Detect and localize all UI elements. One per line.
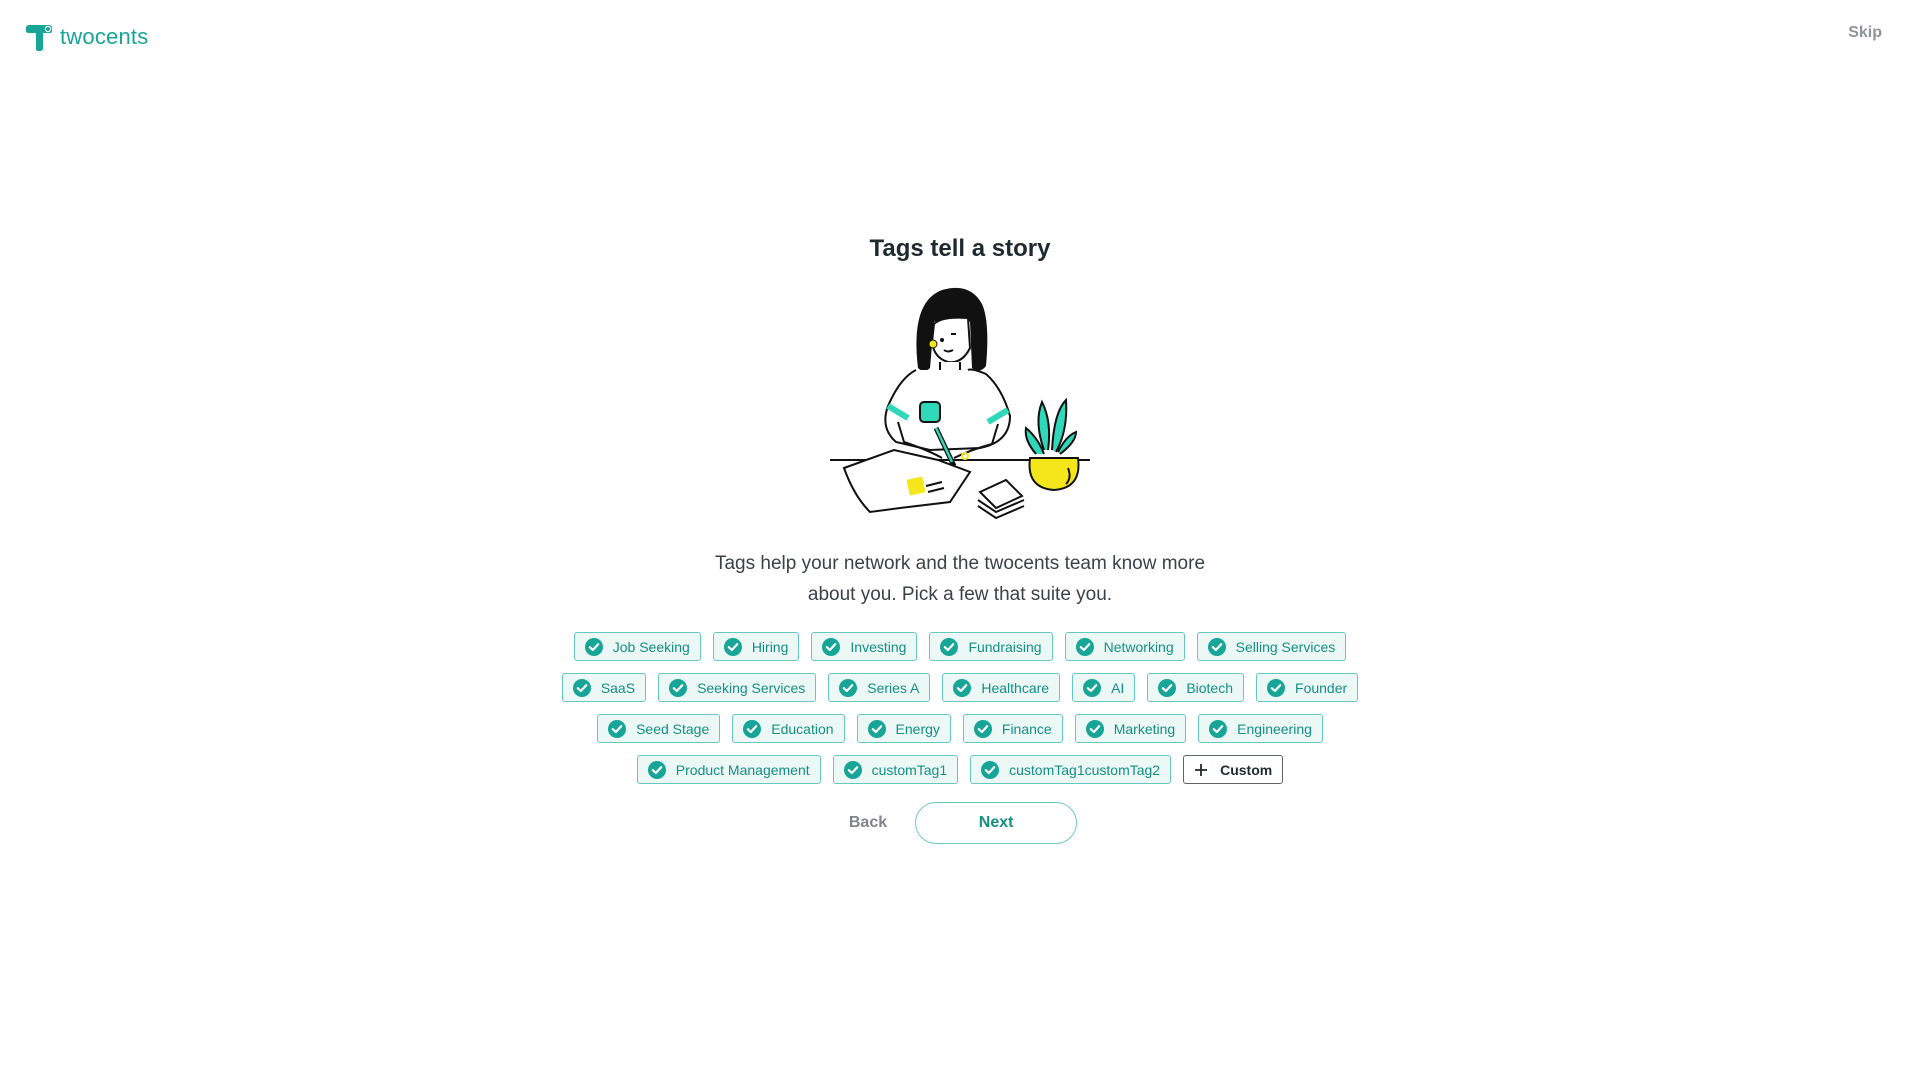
check-circle-icon: [608, 719, 627, 738]
navigation-row: Back Next: [843, 802, 1078, 844]
tag-label: Investing: [850, 638, 907, 655]
twocents-logo[interactable]: twocents: [24, 22, 148, 52]
check-circle-icon: [953, 678, 972, 697]
tag-chip[interactable]: Engineering: [1198, 714, 1323, 743]
check-circle-icon: [1267, 678, 1286, 697]
tag-chip[interactable]: customTag1: [832, 755, 959, 784]
tag-chip[interactable]: Networking: [1064, 632, 1185, 661]
tag-label: Seed Stage: [636, 720, 710, 737]
tag-chip[interactable]: Founder: [1256, 673, 1359, 702]
main-content: Tags tell a story Tags help your network…: [0, 232, 1920, 844]
check-circle-icon: [867, 719, 886, 738]
tag-chip[interactable]: Finance: [962, 714, 1063, 743]
tag-label: Hiring: [751, 638, 789, 655]
tag-chip[interactable]: Fundraising: [929, 632, 1053, 661]
next-button[interactable]: Next: [915, 802, 1078, 844]
check-circle-icon: [1158, 678, 1177, 697]
tag-chip[interactable]: Product Management: [636, 755, 821, 784]
tag-chip[interactable]: Hiring: [712, 632, 800, 661]
twocents-logo-icon: [26, 25, 52, 51]
tag-label: Product Management: [675, 761, 810, 778]
tag-label: customTag1customTag2: [1009, 761, 1161, 778]
check-circle-icon: [1075, 637, 1094, 656]
tag-chip[interactable]: Education: [732, 714, 845, 743]
tag-chip[interactable]: Seed Stage: [597, 714, 721, 743]
tag-label: Founder: [1295, 679, 1348, 696]
tag-label: Energy: [895, 720, 940, 737]
check-circle-icon: [1085, 719, 1104, 738]
check-circle-icon: [1207, 637, 1226, 656]
back-button[interactable]: Back: [843, 814, 893, 832]
check-circle-icon: [839, 678, 858, 697]
onboarding-tags-page: twocents Skip Tags tell a story Tags hel…: [0, 0, 1920, 1080]
tag-label: Selling Services: [1235, 638, 1336, 655]
custom-tag-label: Custom: [1220, 761, 1273, 778]
tag-chip[interactable]: Selling Services: [1196, 632, 1347, 661]
tag-label: Job Seeking: [612, 638, 690, 655]
tag-label: Series A: [867, 679, 920, 696]
tag-label: Marketing: [1113, 720, 1176, 737]
plus-icon: [1195, 763, 1208, 776]
tag-chip[interactable]: AI: [1072, 673, 1136, 702]
tag-chip[interactable]: Biotech: [1147, 673, 1245, 702]
check-circle-icon: [843, 760, 862, 779]
check-circle-icon: [981, 760, 1000, 779]
tag-chip[interactable]: Series A: [828, 673, 931, 702]
tag-label: SaaS: [600, 679, 636, 696]
page-subtitle: Tags help your network and the twocents …: [714, 553, 1206, 605]
brand-name: twocents: [60, 24, 149, 49]
tag-label: Networking: [1103, 638, 1174, 655]
tag-chip[interactable]: SaaS: [561, 673, 647, 702]
tag-chip[interactable]: Job Seeking: [573, 632, 701, 661]
tag-label: Fundraising: [968, 638, 1042, 655]
tag-chip[interactable]: Seeking Services: [658, 673, 817, 702]
tag-label: customTag1: [871, 761, 948, 778]
check-circle-icon: [1209, 719, 1228, 738]
tag-label: Engineering: [1237, 720, 1312, 737]
check-circle-icon: [940, 637, 959, 656]
page-title: Tags tell a story: [869, 235, 1051, 262]
tag-chip[interactable]: customTag1customTag2: [970, 755, 1172, 784]
tag-label: Biotech: [1186, 679, 1234, 696]
check-circle-icon: [822, 637, 841, 656]
tag-list: Job Seeking Hiring Investing Fundraising Net…: [550, 632, 1370, 784]
check-circle-icon: [743, 719, 762, 738]
add-custom-tag-button[interactable]: Custom: [1183, 755, 1284, 784]
check-circle-icon: [669, 678, 688, 697]
check-circle-icon: [723, 637, 742, 656]
tag-label: Education: [771, 720, 834, 737]
skip-link[interactable]: Skip: [1848, 24, 1882, 42]
tag-label: AI: [1111, 679, 1125, 696]
tag-chip[interactable]: Energy: [856, 714, 951, 743]
check-circle-icon: [973, 719, 992, 738]
check-circle-icon: [572, 678, 591, 697]
check-circle-icon: [1083, 678, 1102, 697]
check-circle-icon: [584, 637, 603, 656]
tag-chip[interactable]: Investing: [811, 632, 918, 661]
woman-writing-illustration: [830, 287, 1090, 520]
tag-chip[interactable]: Marketing: [1074, 714, 1187, 743]
check-circle-icon: [647, 760, 666, 779]
tag-label: Finance: [1001, 720, 1052, 737]
tag-chip[interactable]: Healthcare: [942, 673, 1061, 702]
tag-label: Healthcare: [981, 679, 1050, 696]
tag-label: Seeking Services: [697, 679, 806, 696]
